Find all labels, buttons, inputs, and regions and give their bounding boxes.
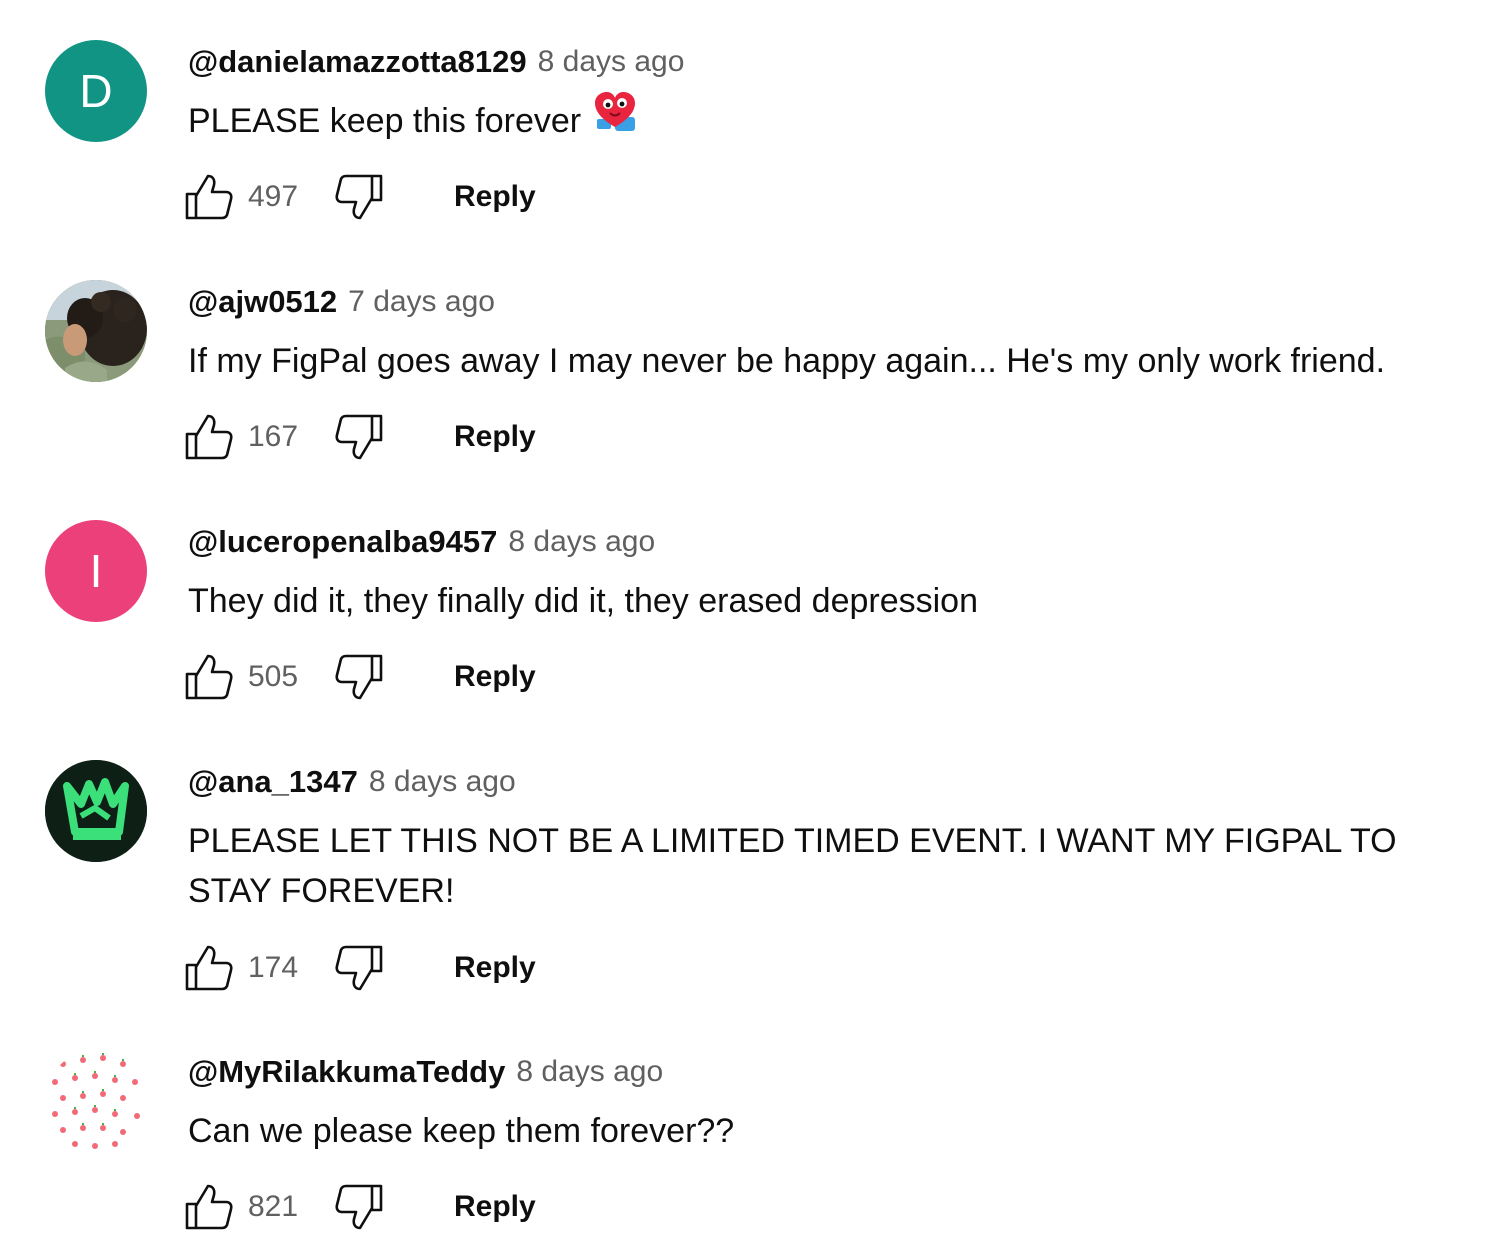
crown-logo-icon [45,760,147,862]
thumbs-down-icon[interactable] [334,412,384,462]
thumbs-down-icon[interactable] [334,943,384,993]
comment-time[interactable]: 8 days ago [538,45,685,79]
comment-body: @MyRilakkumaTeddy 8 days ago Can we plea… [188,1050,1482,1156]
comment-header: @MyRilakkumaTeddy 8 days ago [188,1050,1482,1094]
avatar[interactable] [45,760,147,862]
reply-button[interactable]: Reply [454,951,536,985]
comment-body: @luceropenalba9457 8 days ago They did i… [188,520,1482,626]
thumbs-up-icon[interactable] [184,412,234,462]
comment-header: @danielamazzotta8129 8 days ago [188,40,1482,84]
comment-time[interactable]: 8 days ago [508,525,655,559]
avatar-letter: I [89,545,103,597]
comment-text: PLEASE LET THIS NOT BE A LIMITED TIMED E… [188,822,1397,910]
avatar[interactable] [45,280,147,382]
thumbs-up-icon[interactable] [184,943,234,993]
reply-button[interactable]: Reply [454,1190,536,1224]
comment-actions: 174 Reply [184,943,536,993]
comment-author[interactable]: @danielamazzotta8129 [188,44,527,80]
avatar[interactable]: D [45,40,147,142]
thumbs-down-icon[interactable] [334,172,384,222]
like-count: 497 [248,180,299,213]
comment-time[interactable]: 7 days ago [348,285,495,319]
avatar[interactable]: I [45,520,147,622]
strawberry-pattern-icon [45,1050,147,1152]
comment-time[interactable]: 8 days ago [369,765,516,799]
like-count: 167 [248,420,299,453]
comment-actions: 167 Reply [184,412,536,462]
comment-text-content: PLEASE keep this forever [188,102,582,140]
reply-button[interactable]: Reply [454,660,536,694]
avatar-letter: D [79,65,113,117]
comment-header: @ajw0512 7 days ago [188,280,1482,324]
comment-header: @luceropenalba9457 8 days ago [188,520,1482,564]
like-count: 505 [248,660,299,693]
thumbs-up-icon[interactable] [184,1182,234,1232]
comment-author[interactable]: @MyRilakkumaTeddy [188,1054,505,1090]
comment-actions: 497 Reply [184,172,536,222]
reply-button[interactable]: Reply [454,180,536,214]
thumbs-down-icon[interactable] [334,652,384,702]
comment-author[interactable]: @luceropenalba9457 [188,524,497,560]
thumbs-up-icon[interactable] [184,172,234,222]
comment-actions: 505 Reply [184,652,536,702]
thumbs-down-icon[interactable] [334,1182,384,1232]
like-count: 821 [248,1190,299,1223]
like-count: 174 [248,951,299,984]
avatar[interactable] [45,1050,147,1152]
thumbs-up-icon[interactable] [184,652,234,702]
comment-author[interactable]: @ana_1347 [188,764,358,800]
reply-button[interactable]: Reply [454,420,536,454]
comment-text: Can we please keep them forever?? [188,1112,735,1150]
comment-author[interactable]: @ajw0512 [188,284,337,320]
comment-text: They did it, they finally did it, they e… [188,582,978,620]
comment-text: PLEASE keep this forever [188,92,1482,147]
heart-face-emoji-icon [593,91,637,147]
profile-photo-icon [45,280,147,382]
comment-body: @danielamazzotta8129 8 days ago PLEASE k… [188,40,1482,147]
comment-text: If my FigPal goes away I may never be ha… [188,342,1386,380]
comment-time[interactable]: 8 days ago [516,1055,663,1089]
comment-body: @ajw0512 7 days ago If my FigPal goes aw… [188,280,1482,386]
comment-actions: 821 Reply [184,1182,536,1232]
comment-body: @ana_1347 8 days ago PLEASE LET THIS NOT… [188,760,1482,916]
comment-header: @ana_1347 8 days ago [188,760,1482,804]
